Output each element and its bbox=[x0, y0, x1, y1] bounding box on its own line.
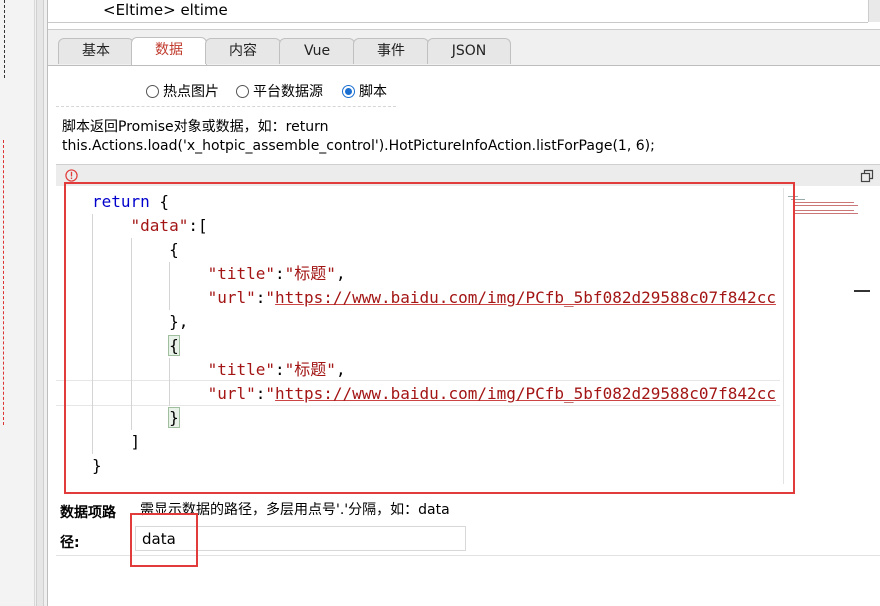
minimap-line bbox=[788, 196, 798, 197]
radio-button-icon bbox=[146, 84, 159, 98]
radio-script[interactable]: 脚本 bbox=[342, 81, 387, 101]
minimap-line bbox=[794, 213, 858, 214]
code-line: ] bbox=[92, 430, 776, 454]
code-token: { bbox=[149, 192, 170, 211]
data-path-input[interactable] bbox=[135, 526, 466, 551]
script-hint-line-2: this.Actions.load('x_hotpic_assemble_con… bbox=[62, 138, 655, 154]
left-strip bbox=[0, 0, 35, 606]
radio-button-icon bbox=[236, 84, 249, 98]
code-string: "url" bbox=[207, 384, 256, 403]
top-scrollbar[interactable] bbox=[868, 0, 880, 22]
code-line: { bbox=[92, 238, 776, 262]
left-dashed-border-red bbox=[0, 140, 4, 425]
radio-platform-source[interactable]: 平台数据源 bbox=[236, 81, 323, 101]
code-line: "title":"标题", bbox=[207, 360, 346, 379]
data-path-section: 数据项路径: 需显示数据的路径，多层用点号'.'分隔，如：data bbox=[48, 490, 880, 606]
info-circle-icon[interactable] bbox=[65, 169, 78, 182]
code-line: { bbox=[92, 334, 776, 358]
code-line: "data":[ bbox=[92, 214, 776, 238]
panel-splitter[interactable] bbox=[36, 0, 44, 606]
element-path-box: <Eltime> eltime bbox=[48, 0, 868, 23]
code-token: ] bbox=[130, 432, 141, 451]
element-name: <Eltime> eltime bbox=[103, 1, 228, 19]
code-line: "url":"https://www.baidu.com/img/PCfb_5b… bbox=[207, 288, 776, 307]
minimap-line bbox=[794, 202, 854, 203]
minimap-line bbox=[794, 210, 854, 211]
code-content[interactable]: return { "data":[ { "title":"标题", "url":… bbox=[92, 190, 776, 478]
code-token: { bbox=[169, 240, 179, 259]
code-string: "data" bbox=[130, 216, 189, 235]
minimap-line bbox=[791, 199, 805, 200]
code-token: }, bbox=[169, 312, 189, 331]
tab-basic[interactable]: 基本 bbox=[58, 38, 134, 64]
script-code-editor[interactable]: return { "data":[ { "title":"标题", "url":… bbox=[56, 186, 880, 488]
code-url-string: https://www.baidu.com/img/PCfb_5bf082d29… bbox=[275, 384, 776, 403]
code-string: " bbox=[265, 384, 276, 403]
tab-data[interactable]: 数据 bbox=[131, 37, 207, 65]
tab-json[interactable]: JSON bbox=[427, 38, 511, 64]
minimap-line bbox=[794, 205, 858, 206]
code-line: return { bbox=[92, 190, 776, 214]
data-source-radio-group: 热点图片 平台数据源 脚本 bbox=[56, 74, 396, 107]
code-string: "url" bbox=[207, 288, 256, 307]
data-path-label: 数据项路径: bbox=[60, 505, 116, 551]
window-restore-icon[interactable] bbox=[860, 169, 874, 183]
code-token: } bbox=[92, 456, 102, 475]
code-minimap[interactable] bbox=[783, 188, 874, 484]
code-line: "url":"https://www.baidu.com/img/PCfb_5b… bbox=[207, 384, 776, 403]
property-panel: <Eltime> eltime 基本 数据 内容 Vue 事件 JSON 热点图… bbox=[47, 0, 880, 606]
data-path-hint: 需显示数据的路径，多层用点号'.'分隔，如：data bbox=[140, 502, 450, 518]
code-string: "title" bbox=[207, 360, 276, 379]
radio-label: 热点图片 bbox=[163, 84, 219, 100]
radio-label: 平台数据源 bbox=[253, 84, 323, 100]
code-token: :[ bbox=[188, 216, 208, 235]
radio-hot-picture[interactable]: 热点图片 bbox=[146, 81, 219, 101]
code-string: "标题" bbox=[284, 360, 336, 379]
code-line: } bbox=[92, 406, 776, 430]
tab-events[interactable]: 事件 bbox=[353, 38, 429, 64]
code-line: }, bbox=[92, 310, 776, 334]
tab-content[interactable]: 内容 bbox=[205, 38, 281, 64]
code-line: } bbox=[92, 454, 776, 478]
script-hint: 脚本返回Promise对象或数据，如：return this.Actions.l… bbox=[62, 118, 862, 156]
matched-bracket: { bbox=[168, 335, 180, 356]
radio-label: 脚本 bbox=[359, 84, 387, 100]
code-line: "title":"标题", bbox=[207, 264, 346, 283]
code-keyword: return bbox=[92, 192, 150, 211]
code-string: "title" bbox=[207, 264, 276, 283]
scroll-position-marker[interactable] bbox=[854, 290, 870, 292]
radio-button-checked-icon bbox=[342, 84, 355, 98]
divider bbox=[56, 555, 880, 556]
code-url-string: https://www.baidu.com/img/PCfb_5bf082d29… bbox=[275, 288, 776, 307]
tab-bar: 基本 数据 内容 Vue 事件 JSON bbox=[48, 29, 880, 66]
left-dashed-border bbox=[0, 0, 5, 78]
script-hint-line-1: 脚本返回Promise对象或数据，如：return bbox=[62, 119, 329, 135]
code-string: " bbox=[265, 288, 276, 307]
editor-toolbar bbox=[56, 164, 880, 188]
code-string: "标题" bbox=[284, 264, 336, 283]
tab-vue[interactable]: Vue bbox=[279, 38, 355, 64]
matched-bracket: } bbox=[168, 407, 180, 428]
